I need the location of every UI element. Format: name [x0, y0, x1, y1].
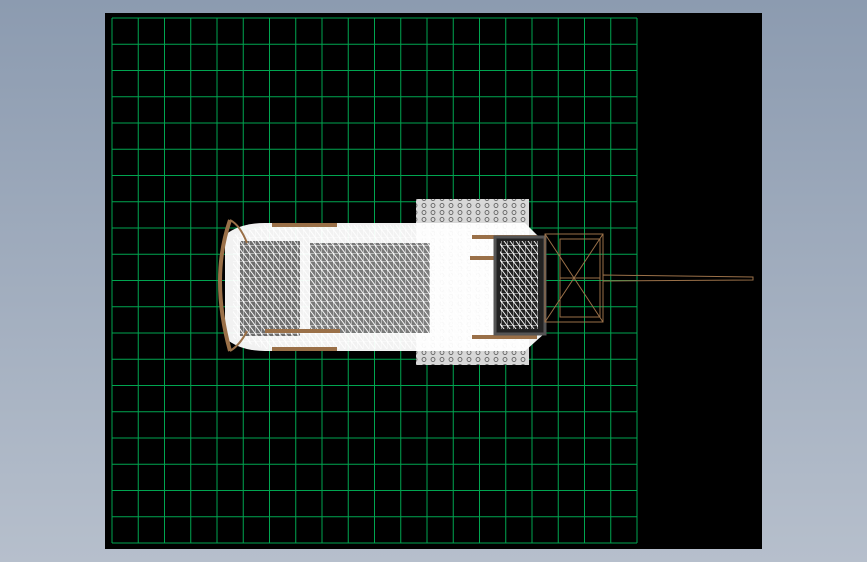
cad-viewport[interactable]	[105, 13, 762, 549]
nose-frame	[544, 233, 604, 323]
wireframe-model	[218, 199, 754, 365]
model-scene[interactable]	[105, 13, 762, 549]
